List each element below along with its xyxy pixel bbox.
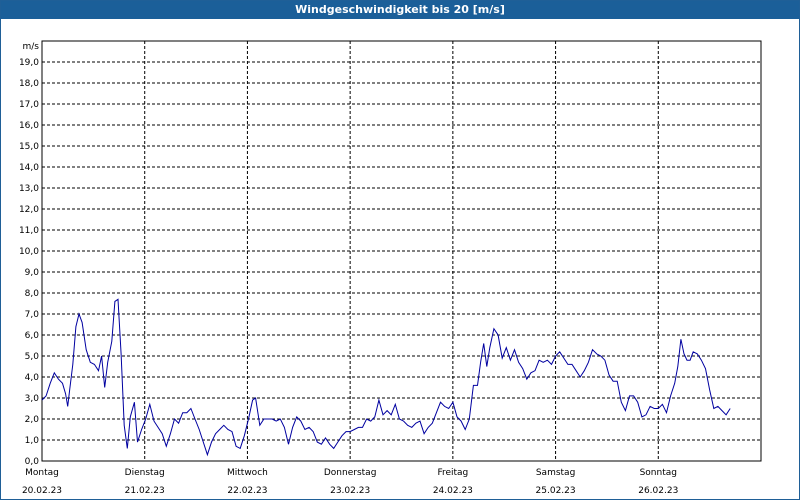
- y-tick-label: 5,0: [25, 352, 40, 362]
- chart-window: Windgeschwindigkeit bis 20 [m/s] 0,0 1,0 2…: [0, 0, 800, 500]
- y-tick-label: 13,0: [19, 184, 39, 194]
- y-tick-label: 11,0: [19, 226, 39, 236]
- y-tick-label: 0,0: [25, 457, 40, 467]
- chart-title: Windgeschwindigkeit bis 20 [m/s]: [1, 1, 799, 19]
- x-tick-date: 22.02.23: [227, 486, 267, 496]
- y-tick-label: 8,0: [25, 289, 40, 299]
- y-tick-label: 15,0: [19, 142, 39, 152]
- y-tick-label: 7,0: [25, 310, 40, 320]
- y-tick-label: 12,0: [19, 205, 39, 215]
- y-tick-label: 4,0: [25, 373, 40, 383]
- x-tick-day: Sonntag: [640, 468, 677, 478]
- labels: 0,0 1,0 2,0 3,0 4,0 5,0 6,0 7,0 8,0 9,0 10,0 11,0 12…: [19, 42, 678, 496]
- y-tick-label: 14,0: [19, 163, 39, 173]
- x-tick-day: Samstag: [536, 468, 575, 478]
- x-tick-date: 26.02.23: [638, 486, 678, 496]
- series-line: [41, 298, 731, 457]
- y-tick-label: 6,0: [25, 331, 40, 341]
- line-chart: 0,0 1,0 2,0 3,0 4,0 5,0 6,0 7,0 8,0 9,0 10,0 11,0 12…: [19, 40, 762, 496]
- x-tick-day: Freitag: [437, 468, 468, 478]
- y-tick-label: 3,0: [25, 394, 40, 404]
- y-tick-label: 18,0: [19, 79, 39, 89]
- y-tick-label: 19,0: [19, 58, 39, 68]
- x-tick-day: Montag: [25, 468, 59, 478]
- series: [41, 298, 731, 457]
- x-tick-date: 25.02.23: [536, 486, 576, 496]
- y-tick-label: 16,0: [19, 121, 39, 131]
- y-tick-label: 17,0: [19, 100, 39, 110]
- y-tick-label: 10,0: [19, 247, 39, 257]
- y-tick-label: 9,0: [25, 268, 40, 278]
- x-tick-day: Donnerstag: [324, 468, 377, 478]
- grid: [42, 41, 761, 461]
- x-tick-date: 20.02.23: [22, 486, 62, 496]
- y-tick-label: 2,0: [25, 415, 40, 425]
- x-tick-date: 23.02.23: [330, 486, 370, 496]
- x-tick-date: 21.02.23: [125, 486, 165, 496]
- x-tick-day: Mittwoch: [227, 468, 268, 478]
- x-tick-date: 24.02.23: [433, 486, 473, 496]
- y-tick-label: 1,0: [25, 436, 40, 446]
- y-axis-label: m/s: [23, 42, 40, 52]
- x-tick-day: Dienstag: [125, 468, 165, 478]
